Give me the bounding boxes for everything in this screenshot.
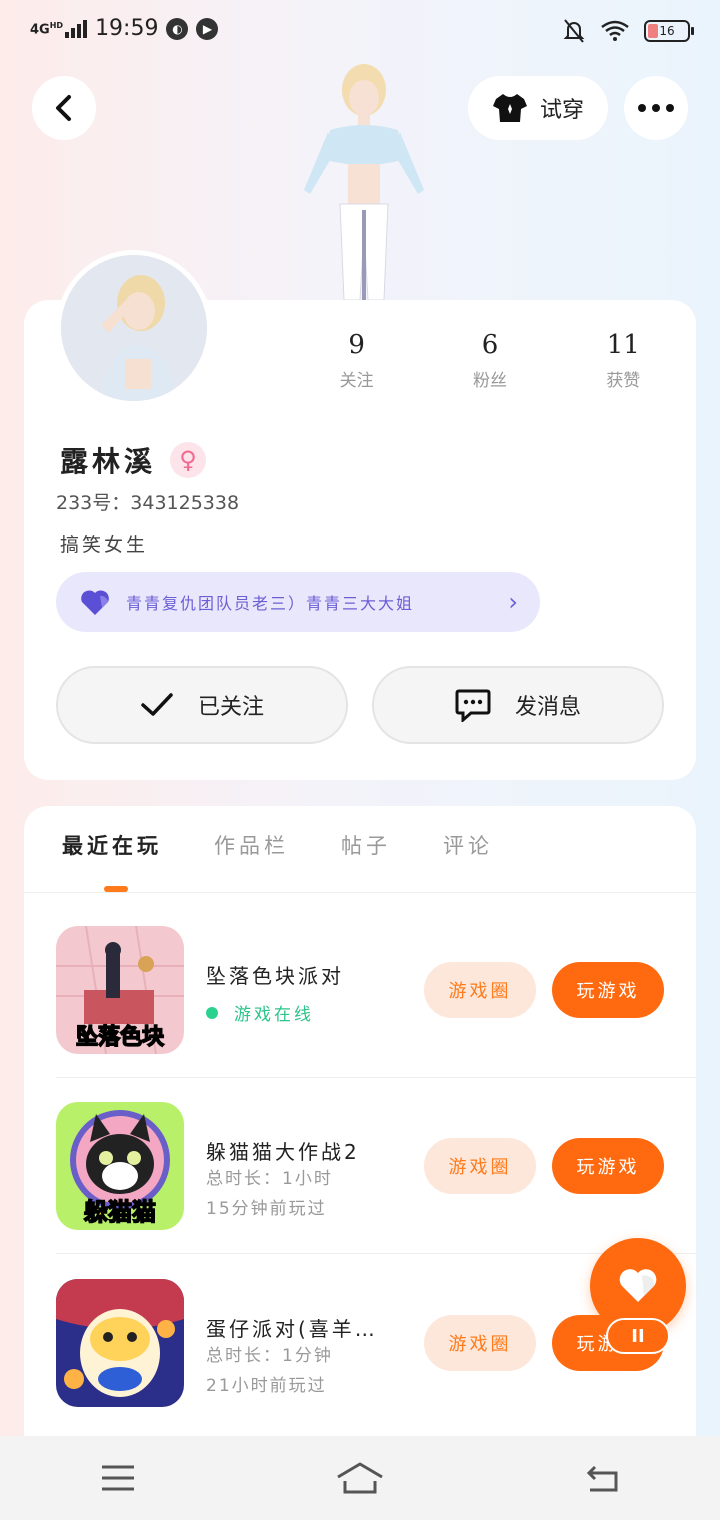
game-last-played: 21小时前玩过 — [206, 1376, 327, 1396]
tab-works[interactable]: 作品栏 — [214, 830, 289, 860]
stat-followers[interactable]: 6 粉丝 — [423, 330, 556, 391]
game-title: 躲猫猫大作战2 — [206, 1140, 360, 1164]
play-game-button[interactable]: 玩游戏 — [552, 962, 664, 1018]
back-nav-icon[interactable] — [584, 1463, 620, 1493]
home-icon[interactable] — [336, 1461, 384, 1495]
divider — [56, 1077, 696, 1078]
guild-banner[interactable]: 青青复仇团队员老三）青青三大大姐 › — [56, 572, 540, 632]
stat-value: 9 — [348, 330, 365, 360]
bell-off-icon — [563, 19, 585, 43]
game-thumbnail — [56, 1279, 184, 1407]
female-icon: ♀ — [170, 442, 207, 478]
game-duration: 总时长：1分钟 — [206, 1346, 333, 1366]
game-circle-button[interactable]: 游戏圈 — [424, 962, 536, 1018]
online-status-text: 游戏在线 — [234, 1005, 314, 1025]
heart-icon — [81, 590, 109, 615]
message-label: 发消息 — [514, 695, 581, 720]
game-title: 坠落色块派对 — [206, 964, 344, 988]
avatar-image — [61, 255, 207, 401]
stats-row: 9 关注 6 粉丝 11 获赞 — [290, 330, 690, 391]
avatar[interactable] — [56, 250, 212, 406]
chat-bubble-icon — [455, 689, 491, 722]
tab-posts[interactable]: 帖子 — [341, 830, 391, 860]
signal-icon — [65, 19, 88, 38]
more-button[interactable] — [624, 76, 688, 140]
wifi-icon — [601, 20, 629, 41]
pause-button[interactable]: II — [606, 1318, 670, 1354]
heart-icon — [619, 1269, 657, 1302]
system-nav-bar — [0, 1436, 720, 1520]
chevron-right-icon: › — [508, 588, 518, 616]
status-bar: 4GHD 19:59 ◐ ▶ 16 — [0, 0, 720, 62]
game-item[interactable]: 坠落色块 坠落色块派对 游戏在线 游戏圈 玩游戏 — [56, 926, 696, 1102]
game-thumbnail: 坠落色块 — [56, 926, 184, 1054]
battery-icon: 16 — [644, 20, 694, 42]
follow-label: 已关注 — [197, 695, 264, 720]
tab-bar: 最近在玩 作品栏 帖子 评论 — [62, 830, 493, 860]
user-name: 露林溪 — [60, 445, 157, 478]
pause-icon: II — [631, 1325, 645, 1347]
play-game-button[interactable]: 玩游戏 — [552, 1138, 664, 1194]
check-icon — [141, 693, 173, 716]
try-on-label: 试穿 — [539, 98, 584, 123]
clock: 19:59 — [95, 16, 159, 41]
stat-value: 6 — [481, 330, 499, 360]
tab-recently-played[interactable]: 最近在玩 — [62, 830, 162, 860]
user-name-row: 露林溪 ♀ — [60, 440, 207, 480]
tshirt-icon — [492, 94, 527, 122]
menu-icon[interactable] — [100, 1464, 136, 1492]
back-button[interactable] — [32, 76, 96, 140]
back-arrow-icon — [56, 95, 71, 121]
stat-label: 获赞 — [606, 371, 641, 391]
game-last-played: 15分钟前玩过 — [206, 1199, 327, 1219]
user-bio: 搞笑女生 — [60, 534, 149, 556]
online-dot-icon — [206, 1006, 218, 1019]
game-circle-button[interactable]: 游戏圈 — [424, 1138, 536, 1194]
game-thumbnail: 躲猫猫 — [56, 1102, 184, 1230]
more-dots-icon — [638, 104, 674, 112]
message-button[interactable]: 发消息 — [372, 666, 664, 744]
thumb-text: 坠落色块 — [76, 1024, 165, 1050]
divider — [24, 892, 696, 893]
game-duration: 总时长：1小时 — [206, 1169, 333, 1189]
wave-icon: ◐ — [166, 17, 189, 40]
network-indicator: 4GHD — [30, 21, 64, 38]
game-item[interactable]: 躲猫猫 躲猫猫大作战2 总时长：1小时 15分钟前玩过 游戏圈 玩游戏 — [56, 1102, 696, 1278]
stat-label: 关注 — [339, 371, 374, 391]
tab-comments[interactable]: 评论 — [443, 830, 493, 860]
guild-text: 青青复仇团队员老三）青青三大大姐 — [126, 594, 415, 613]
stat-value: 11 — [606, 330, 640, 360]
stat-label: 粉丝 — [472, 371, 507, 391]
divider — [56, 1253, 696, 1254]
follow-button[interactable]: 已关注 — [56, 666, 348, 744]
play-icon: ▶ — [196, 17, 219, 40]
game-circle-button[interactable]: 游戏圈 — [424, 1315, 536, 1371]
user-id[interactable]: 233号：343125338 — [56, 488, 239, 515]
stat-likes[interactable]: 11 获赞 — [557, 330, 690, 391]
try-on-button[interactable]: 试穿 — [468, 76, 608, 140]
stat-following[interactable]: 9 关注 — [290, 330, 423, 391]
character-model — [304, 64, 424, 300]
game-title: 蛋仔派对(喜羊… — [206, 1317, 378, 1341]
thumb-text: 躲猫猫 — [84, 1198, 156, 1226]
online-status: 游戏在线 — [206, 1000, 314, 1025]
